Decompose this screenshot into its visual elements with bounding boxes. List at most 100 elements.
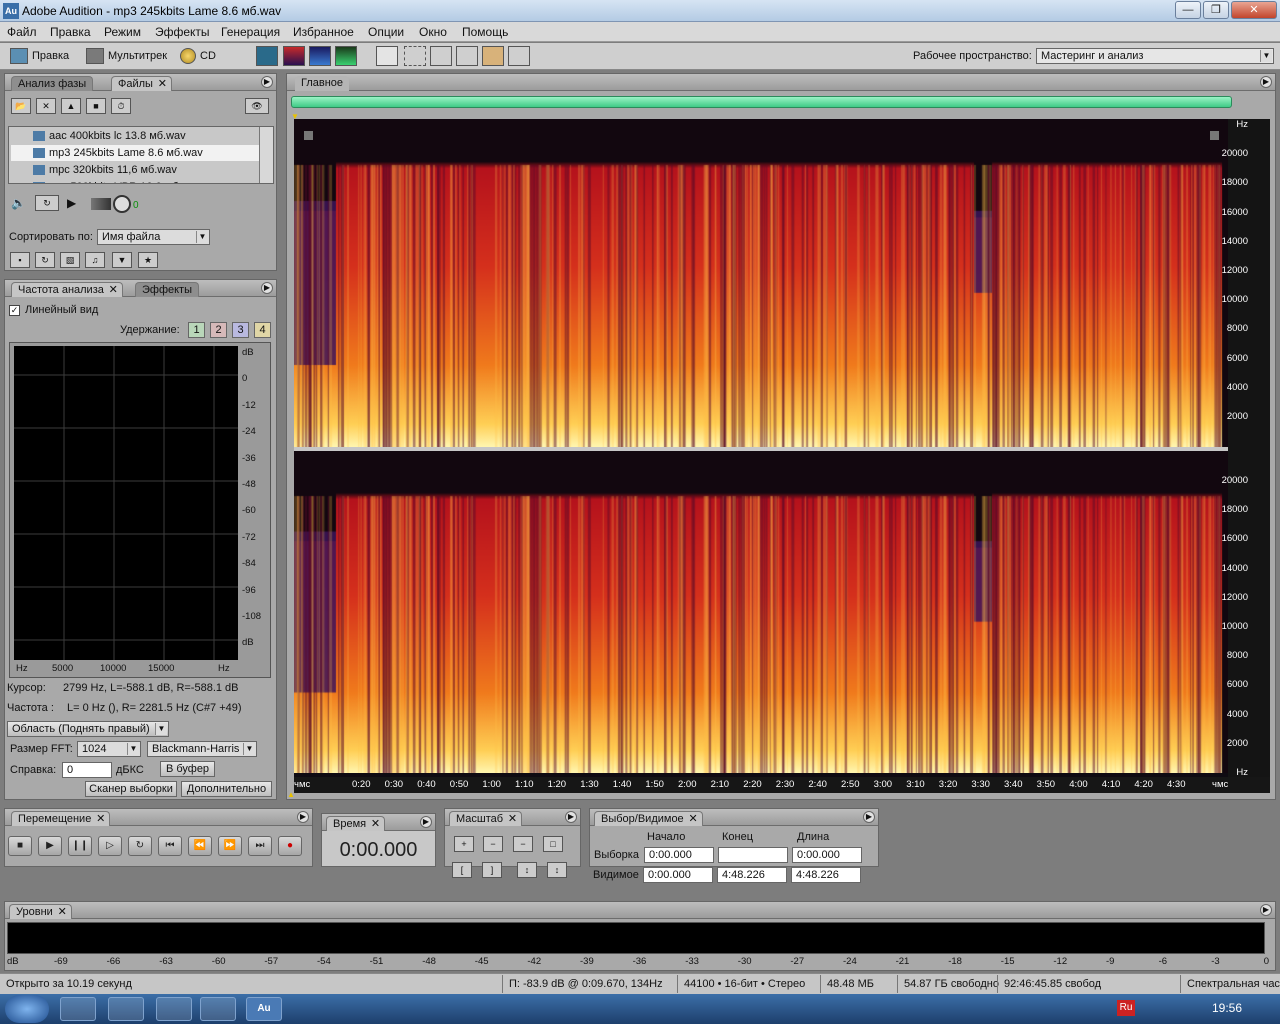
- scan-selection-button[interactable]: Сканер выборки: [85, 781, 177, 797]
- play-from-cursor-button[interactable]: ▷: [98, 836, 122, 856]
- film-icon[interactable]: ▧: [60, 252, 80, 268]
- fft-size-select[interactable]: 1024 ▼: [77, 741, 141, 757]
- advanced-button[interactable]: Дополнительно: [181, 781, 272, 797]
- pan-view-icon[interactable]: [309, 46, 331, 66]
- preview-icon[interactable]: 👁: [245, 98, 269, 114]
- selection-end-field[interactable]: [718, 847, 788, 863]
- menu-effects[interactable]: Эффекты: [155, 25, 210, 39]
- hold-button-3[interactable]: 3: [232, 322, 249, 338]
- spectral-view-icon[interactable]: [283, 46, 305, 66]
- tab-selection-view[interactable]: Выбор/Видимое ✕: [594, 811, 703, 826]
- loop-icon[interactable]: ↻: [35, 195, 59, 211]
- zoom-in-vertical-icon[interactable]: ↕: [517, 862, 537, 878]
- menu-mode[interactable]: Режим: [104, 25, 141, 39]
- menu-file[interactable]: Файл: [7, 25, 37, 39]
- panel-menu-icon[interactable]: ▶: [1260, 904, 1272, 916]
- close-icon[interactable]: ✕: [688, 812, 697, 826]
- hold-button-4[interactable]: 4: [254, 322, 271, 338]
- panel-menu-icon[interactable]: ▶: [261, 76, 273, 88]
- corner-handle-icon[interactable]: [304, 131, 313, 140]
- mode-cd-button[interactable]: CD: [180, 47, 216, 65]
- auto-play-icon[interactable]: ▪: [10, 252, 30, 268]
- menu-options[interactable]: Опции: [368, 25, 404, 39]
- tab-phase-analysis[interactable]: Анализ фазы: [11, 76, 94, 91]
- loop-play-icon[interactable]: ↻: [35, 252, 55, 268]
- file-list-item[interactable]: ogg 500kbits VBR 16.6 мб: [11, 179, 259, 183]
- close-icon[interactable]: ✕: [109, 283, 118, 297]
- clock[interactable]: 19:56: [1212, 1001, 1242, 1015]
- time-ruler[interactable]: чмс 0:20 0:30 0:40 0:50 1:00 1:10 1:20 1:30 1:40 1…: [294, 777, 1270, 793]
- close-file-icon[interactable]: ✕: [36, 98, 56, 114]
- phase-view-icon[interactable]: [335, 46, 357, 66]
- firefox-icon[interactable]: [60, 997, 96, 1021]
- spectrogram-right-channel[interactable]: [294, 451, 1228, 773]
- zoom-in-horizontal-icon[interactable]: +: [454, 836, 474, 852]
- lasso-tool-icon[interactable]: [430, 46, 452, 66]
- minimize-button[interactable]: —: [1175, 1, 1201, 19]
- spectrogram-left-channel[interactable]: [294, 119, 1228, 447]
- loop-button[interactable]: ↻: [128, 836, 152, 856]
- import-icon[interactable]: ▲: [61, 98, 81, 114]
- open-file-icon[interactable]: 📂: [11, 98, 31, 114]
- search-icon[interactable]: ★: [138, 252, 158, 268]
- file-list-item[interactable]: mpc 320kbits 11,6 мб.wav: [11, 162, 259, 178]
- brush-tool-icon[interactable]: [456, 46, 478, 66]
- zoom-out-full-icon[interactable]: −: [513, 836, 533, 852]
- view-start-field[interactable]: 0:00.000: [643, 867, 713, 883]
- healing-tool-icon[interactable]: [482, 46, 504, 66]
- volume-knob[interactable]: [113, 195, 131, 213]
- file-list-item[interactable]: mp3 245kbits Lame 8.6 мб.wav: [11, 145, 259, 161]
- archive-icon[interactable]: [200, 997, 236, 1021]
- zoom-left-edge-icon[interactable]: [: [452, 862, 472, 878]
- pause-button[interactable]: ❙❙: [68, 836, 92, 856]
- media-player-icon[interactable]: [156, 997, 192, 1021]
- tab-effects[interactable]: Эффекты: [135, 282, 200, 297]
- panel-menu-icon[interactable]: ▶: [297, 811, 309, 823]
- time-selection-tool-icon[interactable]: [376, 46, 398, 66]
- tab-transport[interactable]: Перемещение ✕: [11, 811, 111, 826]
- tab-zoom[interactable]: Масштаб ✕: [449, 811, 523, 826]
- window-function-select[interactable]: Blackmann-Harris ▼: [147, 741, 257, 757]
- audio-file-icon[interactable]: ♫: [85, 252, 105, 268]
- copy-to-clipboard-button[interactable]: В буфер: [160, 761, 215, 777]
- view-length-field[interactable]: 4:48.226: [791, 867, 861, 883]
- spectrogram-area[interactable]: Hz 20000 18000 16000 14000 12000 10000 8000 6000…: [294, 119, 1270, 781]
- close-icon[interactable]: ✕: [58, 905, 67, 919]
- workspace-select[interactable]: Мастеринг и анализ ▼: [1036, 48, 1274, 64]
- file-list-item[interactable]: aac 400kbits lc 13.8 мб.wav: [11, 128, 259, 144]
- area-select[interactable]: Область (Поднять правый) ▼: [7, 721, 169, 737]
- panel-menu-icon[interactable]: ▶: [261, 282, 273, 294]
- go-to-start-button[interactable]: ⏮: [158, 836, 182, 856]
- go-to-end-button[interactable]: ⏭: [248, 836, 272, 856]
- menu-window[interactable]: Окно: [419, 25, 447, 39]
- audition-taskbar-button[interactable]: Au: [246, 997, 282, 1021]
- zoom-right-edge-icon[interactable]: ]: [482, 862, 502, 878]
- rewind-button[interactable]: ⏪: [188, 836, 212, 856]
- panel-menu-icon[interactable]: ▶: [863, 811, 875, 823]
- speaker-icon[interactable]: 🔈: [11, 196, 29, 212]
- play-button[interactable]: ▶: [38, 836, 62, 856]
- zoom-out-vertical-icon[interactable]: ↕: [547, 862, 567, 878]
- menu-favorites[interactable]: Избранное: [293, 25, 354, 39]
- tab-frequency-analysis[interactable]: Частота анализа ✕: [11, 282, 123, 297]
- maximize-button[interactable]: ❐: [1203, 1, 1229, 19]
- hold-button-1[interactable]: 1: [188, 322, 205, 338]
- timer-icon[interactable]: ⏱: [111, 98, 131, 114]
- tab-files[interactable]: Файлы ✕: [111, 76, 172, 91]
- reference-input[interactable]: 0: [62, 762, 112, 778]
- insert-icon[interactable]: ■: [86, 98, 106, 114]
- selection-start-field[interactable]: 0:00.000: [644, 847, 714, 863]
- mode-multitrack-button[interactable]: Мультитрек: [86, 47, 167, 65]
- close-icon[interactable]: ✕: [371, 817, 380, 831]
- panel-menu-icon[interactable]: ▶: [420, 816, 432, 828]
- horizontal-zoom-scrollbar[interactable]: [291, 96, 1232, 108]
- scrub-tool-icon[interactable]: [508, 46, 530, 66]
- close-button[interactable]: ✕: [1231, 1, 1277, 19]
- file-list-scrollbar[interactable]: [259, 127, 273, 183]
- tab-main[interactable]: Главное: [295, 76, 350, 91]
- menu-generate[interactable]: Генерация: [221, 25, 280, 39]
- fast-forward-button[interactable]: ⏩: [218, 836, 242, 856]
- close-icon[interactable]: ✕: [158, 77, 167, 91]
- marquee-tool-icon[interactable]: [404, 46, 426, 66]
- start-button[interactable]: [5, 995, 49, 1023]
